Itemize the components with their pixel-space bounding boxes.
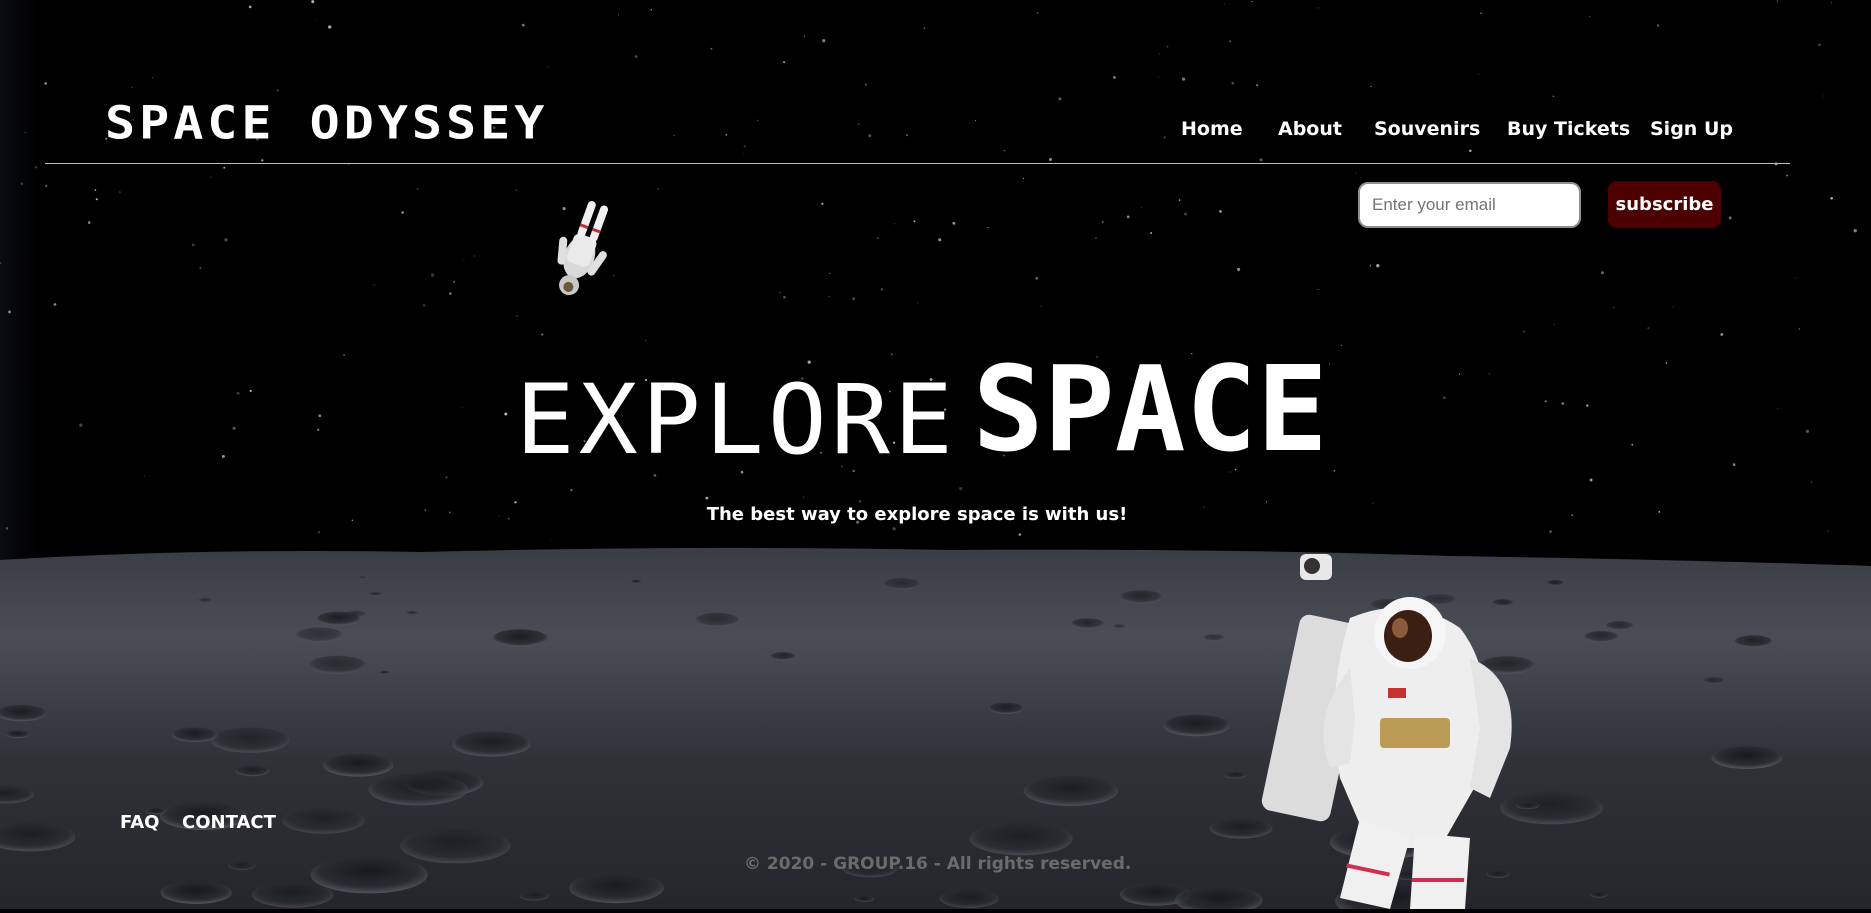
header-divider bbox=[45, 163, 1790, 164]
footer-link-faq[interactable]: FAQ bbox=[120, 812, 159, 833]
nav-souvenirs[interactable]: Souvenirs bbox=[1374, 118, 1480, 140]
hero-title-space: SPACE bbox=[972, 340, 1328, 478]
astronaut-image bbox=[1240, 548, 1530, 913]
email-input[interactable] bbox=[1358, 182, 1581, 228]
hero-tagline: The best way to explore space is with us… bbox=[706, 504, 1128, 525]
subscribe-button[interactable]: subscribe bbox=[1608, 181, 1721, 228]
site-header: SPACE ODYSSEY Home About Souvenirs Buy T… bbox=[0, 0, 1871, 165]
floating-astronaut-image bbox=[540, 195, 620, 324]
nav-about[interactable]: About bbox=[1278, 118, 1342, 140]
nav-home[interactable]: Home bbox=[1181, 118, 1243, 140]
hero-title: EXPLORE SPACE bbox=[516, 340, 1328, 478]
site-logo[interactable]: SPACE ODYSSEY bbox=[105, 101, 548, 146]
nav-sign-up[interactable]: Sign Up bbox=[1650, 118, 1733, 140]
footer-link-contact[interactable]: CONTACT bbox=[182, 812, 276, 833]
hero-title-explore: EXPLORE bbox=[515, 364, 957, 476]
copyright-text: © 2020 - GROUP.16 - All rights reserved. bbox=[744, 854, 1132, 874]
nav-buy-tickets[interactable]: Buy Tickets bbox=[1507, 118, 1630, 140]
